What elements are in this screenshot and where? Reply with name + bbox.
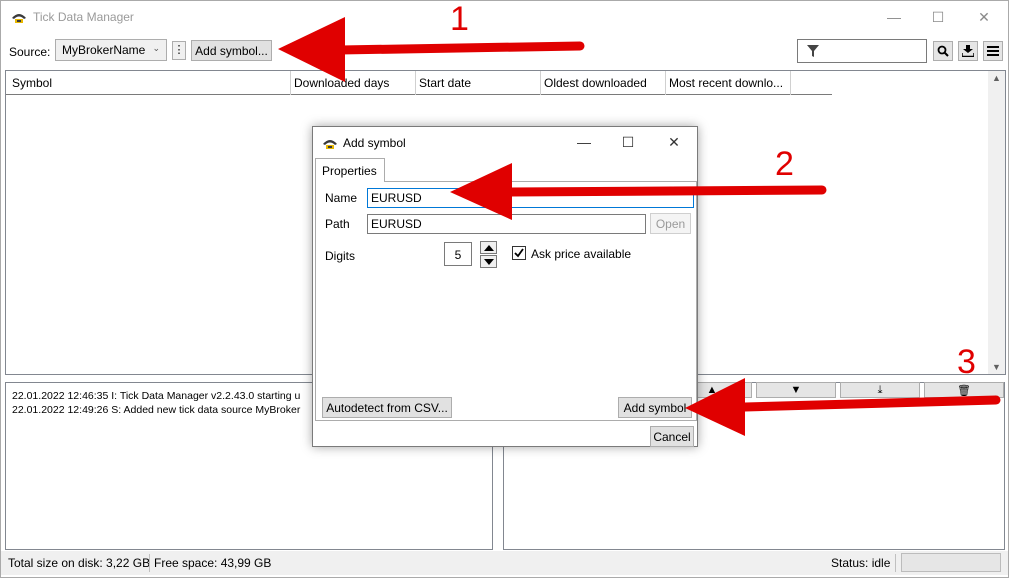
source-dropdown-value: MyBrokerName (62, 43, 146, 57)
search-icon (937, 45, 949, 57)
column-most-recent[interactable]: Most recent downlo... (666, 71, 791, 95)
download-button[interactable] (958, 41, 978, 61)
digits-increment-button[interactable] (480, 241, 497, 254)
path-field[interactable]: EURUSD (367, 214, 646, 234)
menu-icon (987, 46, 999, 56)
dialog-close-button[interactable]: ✕ (651, 127, 697, 157)
filter-input[interactable] (797, 39, 927, 63)
window-title: Tick Data Manager (33, 10, 134, 24)
triangle-down-icon (483, 258, 494, 265)
dialog-maximize-button[interactable]: ☐ (605, 127, 651, 157)
source-dropdown[interactable]: MyBrokerName ⌄ (55, 39, 167, 61)
source-options-button[interactable]: ⋮ (172, 41, 186, 60)
status-text: Status: idle (831, 556, 891, 570)
dialog-minimize-button[interactable]: — (561, 127, 607, 157)
arrow-up-icon: ▲ (706, 384, 718, 396)
add-symbol-confirm-button[interactable]: Add symbol (618, 397, 692, 418)
ask-price-checkbox[interactable] (512, 246, 526, 260)
name-field[interactable]: EURUSD (367, 188, 694, 208)
digits-stepper[interactable]: 5 (444, 242, 472, 266)
toolbar: Source: MyBrokerName ⌄ ⋮ Add symbol... (1, 37, 1008, 65)
cancel-button[interactable]: Cancel (650, 426, 694, 447)
annotation-label-3: 3 (957, 343, 976, 381)
annotation-label-2: 2 (775, 145, 794, 183)
grid-scrollbar[interactable]: ▲ ▼ (988, 71, 1005, 374)
download-icon (962, 45, 974, 57)
add-symbol-dialog: Add symbol — ☐ ✕ Properties Name EURUSD … (312, 126, 698, 447)
menu-button[interactable] (983, 41, 1003, 61)
column-symbol[interactable]: Symbol (6, 71, 291, 95)
tab-properties[interactable]: Properties (315, 158, 385, 182)
arrow-bottom-icon: ⤓ (877, 383, 883, 396)
grid-header: Symbol Downloaded days Start date Oldest… (6, 71, 832, 95)
source-label: Source: (9, 45, 51, 59)
digits-label: Digits (325, 249, 356, 263)
app-logo-icon (12, 14, 26, 23)
disk-total-text: Total size on disk: 3,22 GB (8, 556, 151, 570)
properties-panel: Name EURUSD Path EURUSD Open Digits 5 As… (315, 181, 697, 421)
column-start-date[interactable]: Start date (416, 71, 541, 95)
minimize-button[interactable]: — (871, 1, 917, 33)
trash-icon: 🗑 (957, 384, 971, 397)
status-separator (149, 554, 150, 572)
move-bottom-button[interactable]: ⤓ (840, 382, 920, 398)
add-symbol-button[interactable]: Add symbol... (191, 40, 272, 61)
search-button[interactable] (933, 41, 953, 61)
checkmark-icon (514, 248, 524, 258)
progress-bar (901, 553, 1001, 572)
chevron-down-icon: ⌄ (152, 43, 160, 53)
log-line: 22.01.2022 12:49:26 S: Added new tick da… (12, 404, 301, 416)
close-button[interactable]: ✕ (961, 1, 1007, 33)
autodetect-csv-button[interactable]: Autodetect from CSV... (322, 397, 452, 418)
log-line: 22.01.2022 12:46:35 I: Tick Data Manager… (12, 390, 301, 402)
name-label: Name (325, 191, 358, 205)
ask-price-label: Ask price available (531, 247, 632, 261)
move-down-button[interactable]: ▼ (756, 382, 836, 398)
triangle-up-icon (483, 244, 494, 251)
path-label: Path (325, 217, 350, 231)
maximize-button[interactable]: ☐ (915, 1, 961, 33)
annotation-label-1: 1 (450, 0, 469, 38)
scroll-up-icon[interactable]: ▲ (992, 73, 1001, 83)
delete-button[interactable]: 🗑 (924, 382, 1004, 398)
digits-decrement-button[interactable] (480, 255, 497, 268)
status-bar: Total size on disk: 3,22 GB Free space: … (1, 551, 1008, 575)
open-button[interactable]: Open (650, 213, 691, 234)
title-bar: Tick Data Manager — ☐ ✕ (1, 1, 1008, 33)
column-oldest-downloaded[interactable]: Oldest downloaded (541, 71, 666, 95)
dialog-title: Add symbol (343, 136, 406, 150)
free-space-text: Free space: 43,99 GB (154, 556, 272, 570)
filter-icon (807, 45, 819, 57)
scroll-down-icon[interactable]: ▼ (992, 362, 1001, 372)
app-logo-icon (323, 140, 337, 149)
column-downloaded-days[interactable]: Downloaded days (291, 71, 416, 95)
arrow-down-icon: ▼ (790, 384, 802, 396)
status-separator (895, 554, 896, 572)
